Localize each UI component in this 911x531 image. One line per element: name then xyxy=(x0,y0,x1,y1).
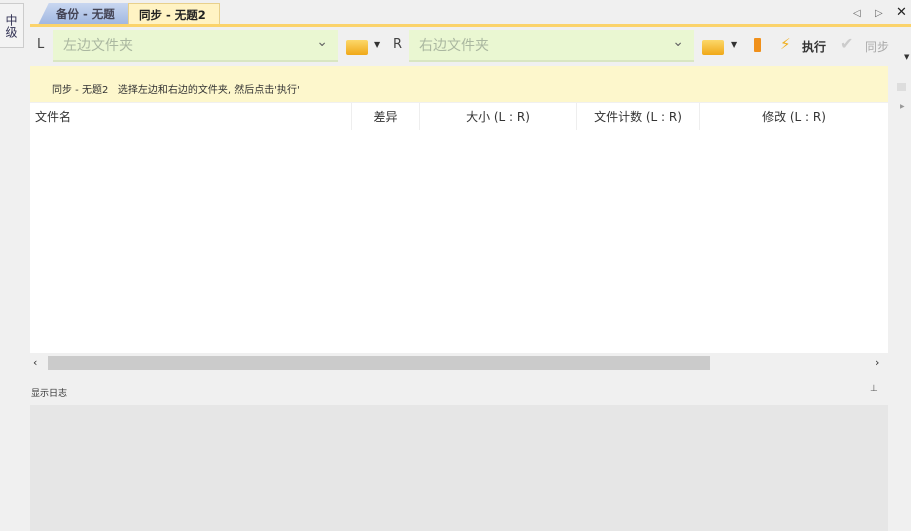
tab-backup[interactable]: 备份 - 无题 xyxy=(38,3,128,25)
side-tab[interactable]: 中级 xyxy=(0,3,24,48)
scroll-tabs-left-icon[interactable]: ◁ xyxy=(853,8,861,19)
tab-sync[interactable]: 同步 - 无题2 xyxy=(128,3,220,25)
info-bar: 同步 - 无题2 选择左边和右边的文件夹, 然后点击'执行' xyxy=(30,66,888,102)
overflow-arrow-icon[interactable]: ▼ xyxy=(904,53,909,61)
close-icon[interactable]: ✕ xyxy=(896,5,907,20)
column-header-filename[interactable]: 文件名 xyxy=(30,103,352,130)
left-folder-combo[interactable]: 左边文件夹 ⌄ xyxy=(53,30,338,62)
chevron-down-icon[interactable]: ⌄ xyxy=(316,34,328,50)
log-label: 显示日志 xyxy=(31,389,68,399)
lightning-icon[interactable]: ⚡ xyxy=(780,35,791,53)
dropdown-arrow-icon[interactable]: ▼ xyxy=(731,40,737,49)
right-label: R xyxy=(393,37,403,52)
dropdown-arrow-icon[interactable]: ▼ xyxy=(374,40,380,49)
scroll-tabs-right-icon[interactable]: ▷ xyxy=(875,8,883,19)
left-folder-input[interactable]: 左边文件夹 xyxy=(63,35,133,55)
side-arrow-icon[interactable]: ▶ xyxy=(900,103,905,110)
column-header-modified[interactable]: 修改 (L : R) xyxy=(700,103,888,130)
left-label: L xyxy=(37,37,45,52)
chevron-down-icon[interactable]: ⌄ xyxy=(672,34,684,50)
log-panel xyxy=(30,405,888,531)
column-header-size[interactable]: 大小 (L : R) xyxy=(420,103,577,130)
right-folder-icon[interactable] xyxy=(702,40,724,55)
scroll-right-icon[interactable]: › xyxy=(875,356,879,369)
left-folder-icon[interactable] xyxy=(346,40,368,55)
marker-icon[interactable] xyxy=(754,38,761,52)
scrollbar-thumb[interactable] xyxy=(48,356,710,370)
column-header-diff[interactable]: 差异 xyxy=(352,103,420,130)
info-message: 选择左边和右边的文件夹, 然后点击'执行' xyxy=(117,85,300,96)
side-grip xyxy=(897,83,906,91)
scroll-left-icon[interactable]: ‹ xyxy=(33,356,37,369)
execute-button[interactable]: 执行 xyxy=(802,38,826,55)
info-title: 同步 - 无题2 xyxy=(52,85,109,96)
check-icon: ✔ xyxy=(840,34,854,53)
tab-underline xyxy=(30,24,911,27)
sync-button[interactable]: 同步 xyxy=(865,38,889,55)
right-folder-combo[interactable]: 右边文件夹 ⌄ xyxy=(409,30,694,62)
file-table[interactable]: 文件名 差异 大小 (L : R) 文件计数 (L : R) 修改 (L : R… xyxy=(30,103,888,353)
pin-icon[interactable]: ⊥ xyxy=(870,384,878,394)
right-folder-input[interactable]: 右边文件夹 xyxy=(419,35,489,55)
column-header-count[interactable]: 文件计数 (L : R) xyxy=(577,103,700,130)
